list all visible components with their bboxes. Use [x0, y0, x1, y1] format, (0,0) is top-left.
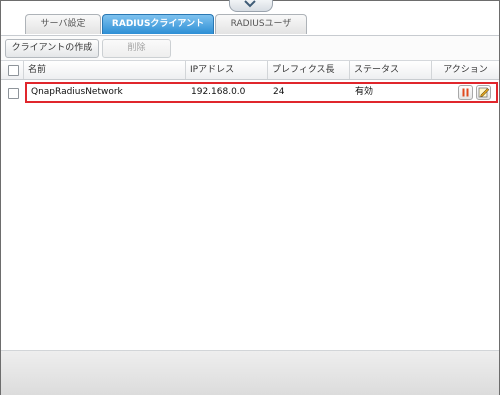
- row-name: QnapRadiusNetwork: [31, 87, 123, 97]
- column-header-ip[interactable]: IPアドレス: [185, 61, 267, 79]
- edit-button[interactable]: [476, 85, 491, 100]
- tab-server-settings[interactable]: サーバ設定: [25, 14, 101, 34]
- column-header-prefix[interactable]: プレフィクス長: [267, 61, 349, 79]
- pause-button[interactable]: [458, 85, 473, 100]
- column-header-name[interactable]: 名前: [23, 61, 185, 79]
- toolbar: クライアントの作成 削除: [1, 36, 499, 61]
- delete-button[interactable]: 削除: [102, 39, 171, 58]
- table-header: 名前 IPアドレス プレフィクス長 ステータス アクション: [1, 61, 499, 80]
- tab-radius-client[interactable]: RADIUSクライアント: [102, 14, 214, 34]
- table-row[interactable]: QnapRadiusNetwork 192.168.0.0 24 有効: [25, 82, 498, 103]
- chevron-down-icon: [244, 0, 256, 11]
- row-status: 有効: [355, 87, 374, 97]
- tab-radius-user[interactable]: RADIUSユーザ: [215, 14, 307, 34]
- collapse-handle[interactable]: [229, 0, 273, 12]
- row-prefix: 24: [273, 87, 285, 97]
- column-header-actions: アクション: [431, 61, 499, 79]
- create-client-button[interactable]: クライアントの作成: [5, 39, 99, 58]
- select-all-checkbox[interactable]: [8, 65, 19, 76]
- footer-bar: [1, 350, 499, 395]
- column-header-status[interactable]: ステータス: [349, 61, 431, 79]
- row-checkbox[interactable]: [8, 88, 19, 99]
- tab-bar: サーバ設定 RADIUSクライアント RADIUSユーザ: [1, 14, 499, 36]
- app-window: サーバ設定 RADIUSクライアント RADIUSユーザ クライアントの作成 削…: [0, 0, 500, 395]
- row-ip: 192.168.0.0: [191, 87, 246, 97]
